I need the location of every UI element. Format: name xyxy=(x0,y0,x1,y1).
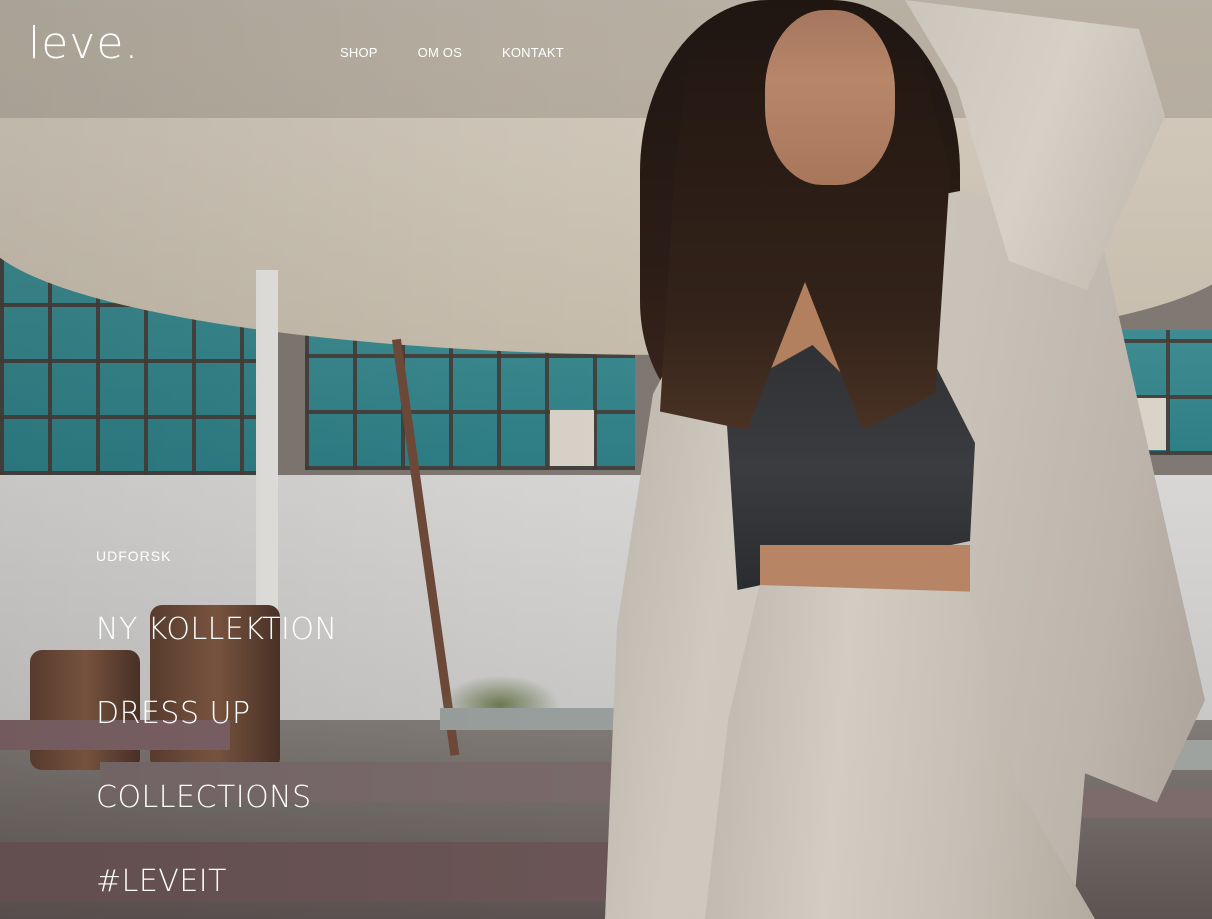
explore-link-ny-kollektion[interactable]: NY KOLLEKTION xyxy=(96,615,337,645)
explore-link-collections[interactable]: COLLECTIONS xyxy=(96,783,337,813)
explore-link-dress-up[interactable]: DRESS UP xyxy=(96,699,337,729)
nav-link-om-os[interactable]: OM OS xyxy=(418,45,462,60)
nav-link-shop[interactable]: SHOP xyxy=(340,45,378,60)
explore-label: UDFORSK xyxy=(96,548,172,564)
explore-link-leveit[interactable]: #LEVEIT xyxy=(96,867,337,897)
nav-link-kontakt[interactable]: KONTAKT xyxy=(502,45,564,60)
main-nav: SHOP OM OS KONTAKT xyxy=(340,45,564,60)
hero-banner: leve. SHOP OM OS KONTAKT UDFORSK NY KOLL… xyxy=(0,0,1212,919)
explore-menu: UDFORSK NY KOLLEKTION DRESS UP COLLECTIO… xyxy=(96,548,337,919)
site-logo[interactable]: leve. xyxy=(28,22,139,66)
site-header: leve. SHOP OM OS KONTAKT xyxy=(0,0,1212,110)
